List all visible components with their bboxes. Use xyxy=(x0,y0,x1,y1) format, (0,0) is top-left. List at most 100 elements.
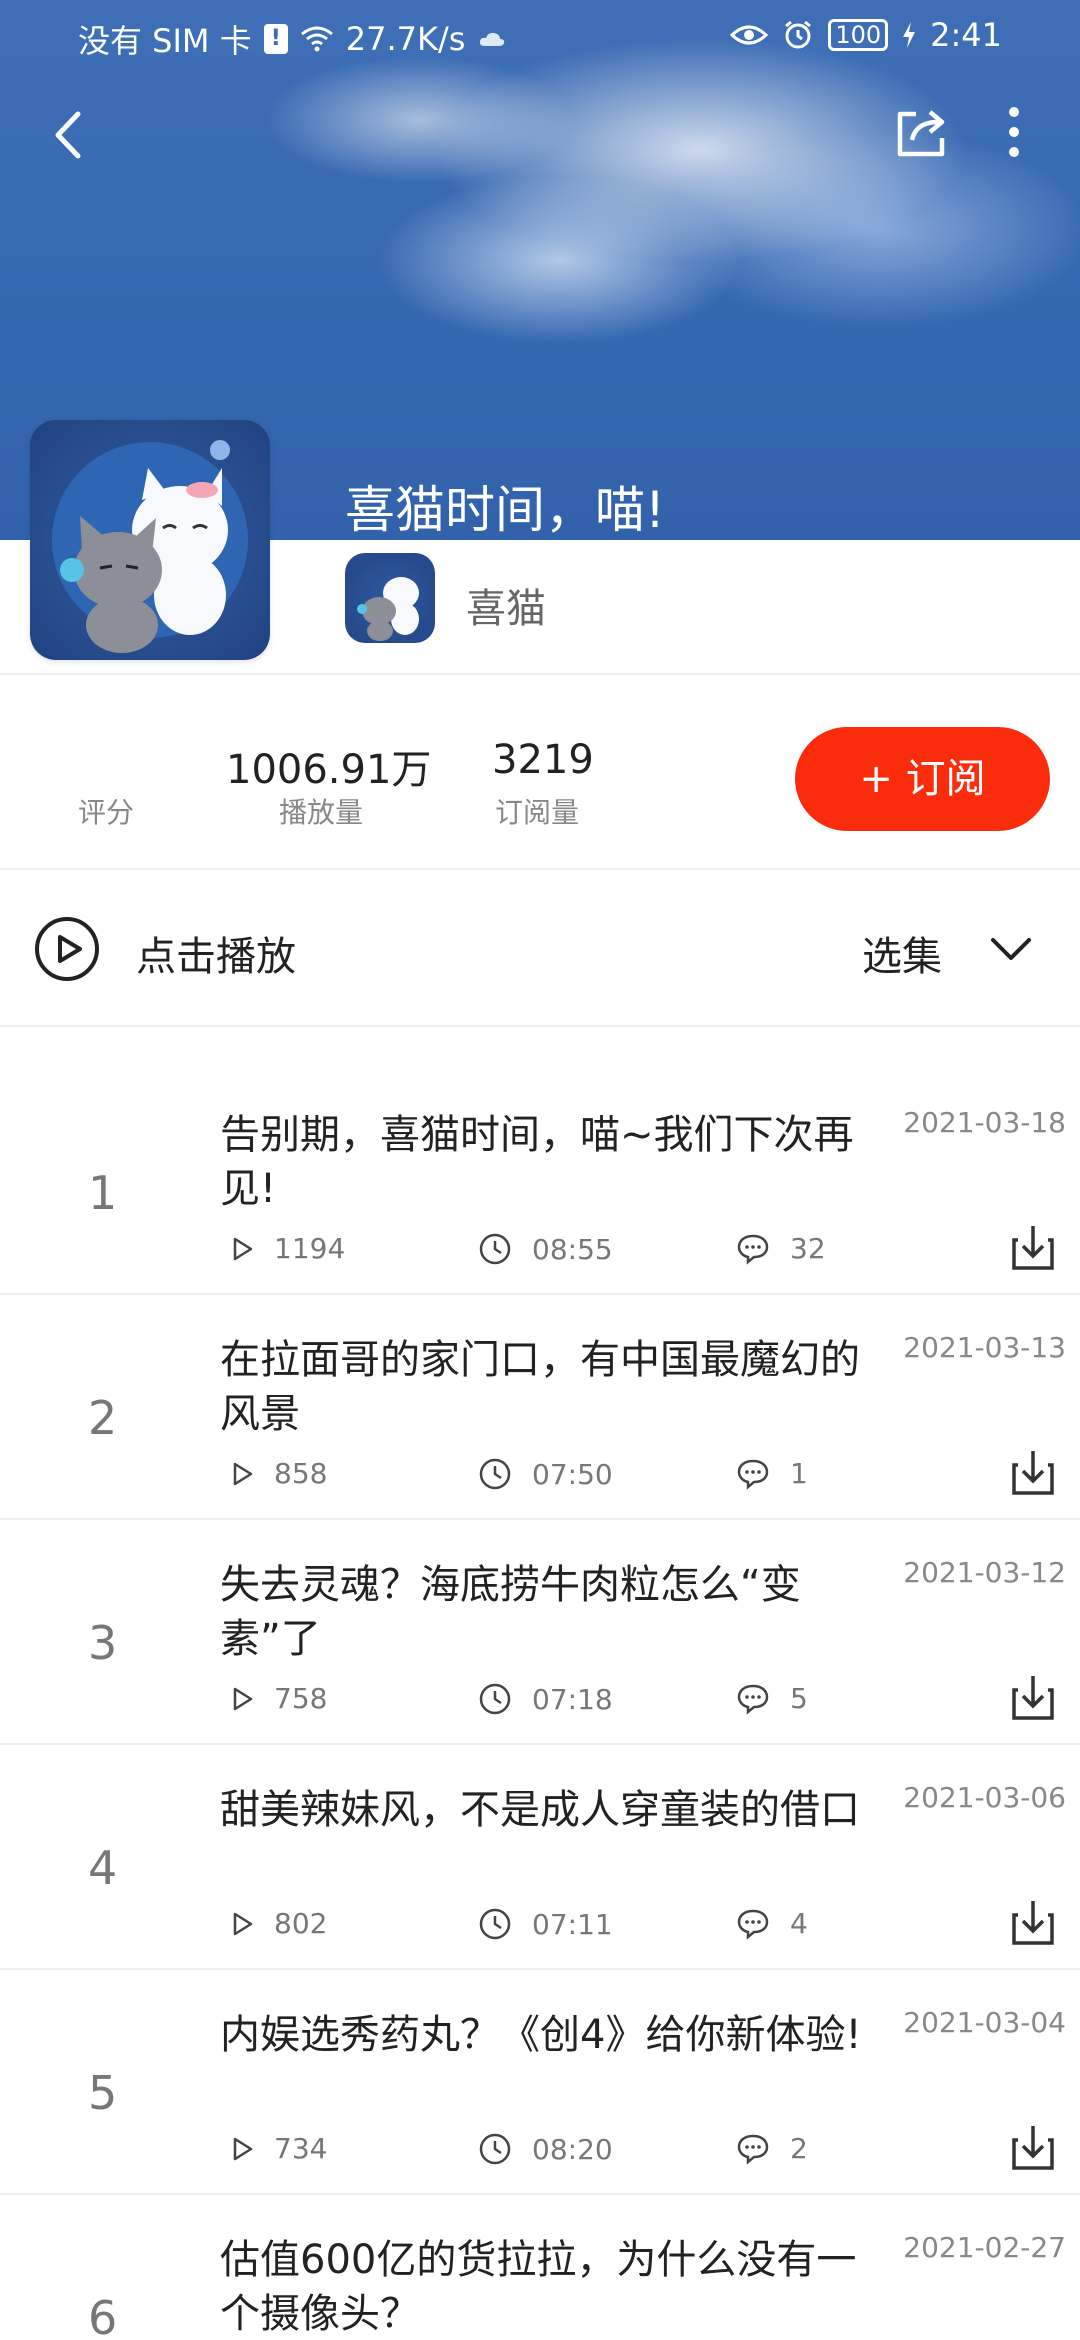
status-bar: 没有 SIM 卡 ! 27.7K/s 100 2:41 xyxy=(0,0,1080,75)
play-all-label[interactable]: 点击播放 xyxy=(136,924,296,982)
episode-row[interactable]: 3 失去灵魂？海底捞牛肉粒怎么“变素”了 2021-03-12 758 07:1… xyxy=(0,1520,1080,1745)
plays-value: 1006.91万 xyxy=(226,747,432,793)
back-arrow-icon[interactable] xyxy=(40,100,100,170)
episode-number: 4 xyxy=(88,1841,118,1895)
duration-text: 07:50 xyxy=(532,1457,613,1491)
duration-text: 08:55 xyxy=(532,1232,613,1266)
play-count-icon xyxy=(233,1687,253,1710)
episode-number: 5 xyxy=(88,2066,118,2120)
episode-row[interactable]: 4 甜美辣妹风，不是成人穿童装的借口 2021-03-06 802 07:11 … xyxy=(0,1745,1080,1970)
episode-comments: 1 xyxy=(736,1457,808,1490)
episode-number: 1 xyxy=(88,1166,118,1220)
episode-plays: 1194 xyxy=(232,1232,345,1265)
episode-comments: 5 xyxy=(736,1682,808,1715)
episode-date: 2021-03-18 xyxy=(903,1106,1066,1139)
download-icon[interactable] xyxy=(1010,1222,1056,1272)
cat-avatar-icon xyxy=(357,577,419,641)
comment-icon xyxy=(737,1234,769,1265)
episode-comments: 2 xyxy=(736,2132,808,2165)
play-count-icon xyxy=(233,1237,253,1260)
comments-count: 4 xyxy=(790,1907,808,1940)
download-icon[interactable] xyxy=(1010,2122,1056,2172)
episode-row[interactable]: 2 在拉面哥的家门口，有中国最魔幻的风景 2021-03-13 858 07:5… xyxy=(0,1295,1080,1520)
comment-icon xyxy=(737,2134,769,2165)
episode-select-label[interactable]: 选集 xyxy=(862,924,942,982)
comment-icon xyxy=(737,1684,769,1715)
author-avatar[interactable] xyxy=(345,553,435,643)
episode-title[interactable]: 失去灵魂？海底捞牛肉粒怎么“变素”了 xyxy=(220,1558,888,1666)
episode-row[interactable]: 6 估值600亿的货拉拉，为什么没有一个摄像头？ 2021-02-27 xyxy=(0,2195,1080,2340)
carrier-text: 没有 SIM 卡 xyxy=(78,22,252,60)
charging-icon xyxy=(903,22,916,48)
comment-icon xyxy=(737,1459,769,1490)
wifi-icon xyxy=(300,26,333,52)
author-name[interactable]: 喜猫 xyxy=(466,576,546,634)
subscribe-button[interactable]: + 订阅 xyxy=(795,727,1050,831)
play-all-row[interactable]: 点击播放 选集 xyxy=(0,872,1080,1027)
episode-title[interactable]: 甜美辣妹风，不是成人穿童装的借口 xyxy=(220,1783,888,1837)
plays-count: 758 xyxy=(274,1682,328,1715)
episode-duration: 07:50 xyxy=(478,1457,613,1491)
rating-label: 评分 xyxy=(78,796,135,829)
episode-list: 1 告别期，喜猫时间，喵~我们下次再见! 2021-03-18 1194 08:… xyxy=(0,1070,1080,2340)
episode-plays: 802 xyxy=(232,1907,327,1940)
duration-text: 08:20 xyxy=(532,2132,613,2166)
episode-duration: 08:55 xyxy=(478,1232,613,1266)
clock-icon xyxy=(479,1233,511,1265)
comments-count: 1 xyxy=(790,1457,808,1490)
alarm-icon xyxy=(785,20,812,49)
subs-value: 3219 xyxy=(492,737,594,783)
episode-row[interactable]: 5 内娱选秀药丸？《创4》给你新体验! 2021-03-04 734 08:20… xyxy=(0,1970,1080,2195)
episode-date: 2021-03-12 xyxy=(903,1556,1066,1589)
episode-date: 2021-03-06 xyxy=(903,1781,1066,1814)
comments-count: 5 xyxy=(790,1682,808,1715)
play-count-icon xyxy=(233,1462,253,1485)
play-circle-icon[interactable] xyxy=(34,916,100,982)
plays-count: 1194 xyxy=(274,1232,346,1265)
download-icon[interactable] xyxy=(1010,1447,1056,1497)
chevron-down-icon[interactable] xyxy=(988,932,1034,968)
episode-title[interactable]: 告别期，喜猫时间，喵~我们下次再见! xyxy=(220,1108,888,1216)
share-icon[interactable] xyxy=(890,100,954,164)
episode-title[interactable]: 在拉面哥的家门口，有中国最魔幻的风景 xyxy=(220,1333,888,1441)
episode-number: 3 xyxy=(88,1616,118,1670)
cat-illustration-icon xyxy=(52,440,248,653)
album-cover xyxy=(30,420,270,660)
download-icon[interactable] xyxy=(1010,1897,1056,1947)
stats-panel: 评分 1006.91万 播放量 3219 订阅量 + 订阅 xyxy=(0,675,1080,870)
clock-icon xyxy=(479,2133,511,2165)
clock-icon xyxy=(479,1458,511,1490)
comments-count: 32 xyxy=(790,1232,826,1265)
play-count-icon xyxy=(233,1912,253,1935)
duration-text: 07:18 xyxy=(532,1682,613,1716)
episode-date: 2021-03-04 xyxy=(903,2006,1066,2039)
more-options-icon[interactable] xyxy=(996,100,1032,164)
cloud-icon xyxy=(480,32,505,46)
album-title: 喜猫时间，喵! xyxy=(345,481,666,539)
episode-row[interactable]: 1 告别期，喜猫时间，喵~我们下次再见! 2021-03-18 1194 08:… xyxy=(0,1070,1080,1295)
play-count-icon xyxy=(233,2137,253,2160)
episode-date: 2021-02-27 xyxy=(903,2231,1066,2264)
episode-duration: 07:11 xyxy=(478,1907,613,1941)
plays-label: 播放量 xyxy=(279,796,364,829)
sim-alert-icon: ! xyxy=(263,24,288,54)
plays-count: 858 xyxy=(274,1457,328,1490)
comments-count: 2 xyxy=(790,2132,808,2165)
episode-title[interactable]: 估值600亿的货拉拉，为什么没有一个摄像头？ xyxy=(220,2233,888,2340)
episode-plays: 858 xyxy=(232,1457,327,1490)
episode-duration: 08:20 xyxy=(478,2132,613,2166)
battery-indicator: 100 xyxy=(828,19,889,51)
comment-icon xyxy=(737,1909,769,1940)
episode-date: 2021-03-13 xyxy=(903,1331,1066,1364)
download-icon[interactable] xyxy=(1010,1672,1056,1722)
plays-count: 802 xyxy=(274,1907,328,1940)
episode-plays: 734 xyxy=(232,2132,327,2165)
clock: 2:41 xyxy=(930,16,1002,54)
episode-title[interactable]: 内娱选秀药丸？《创4》给你新体验! xyxy=(220,2008,888,2062)
clock-icon xyxy=(479,1908,511,1940)
episode-number: 6 xyxy=(88,2291,118,2340)
network-speed: 27.7K/s xyxy=(345,20,466,58)
episode-comments: 32 xyxy=(736,1232,826,1265)
subs-label: 订阅量 xyxy=(495,796,580,829)
episode-duration: 07:18 xyxy=(478,1682,613,1716)
